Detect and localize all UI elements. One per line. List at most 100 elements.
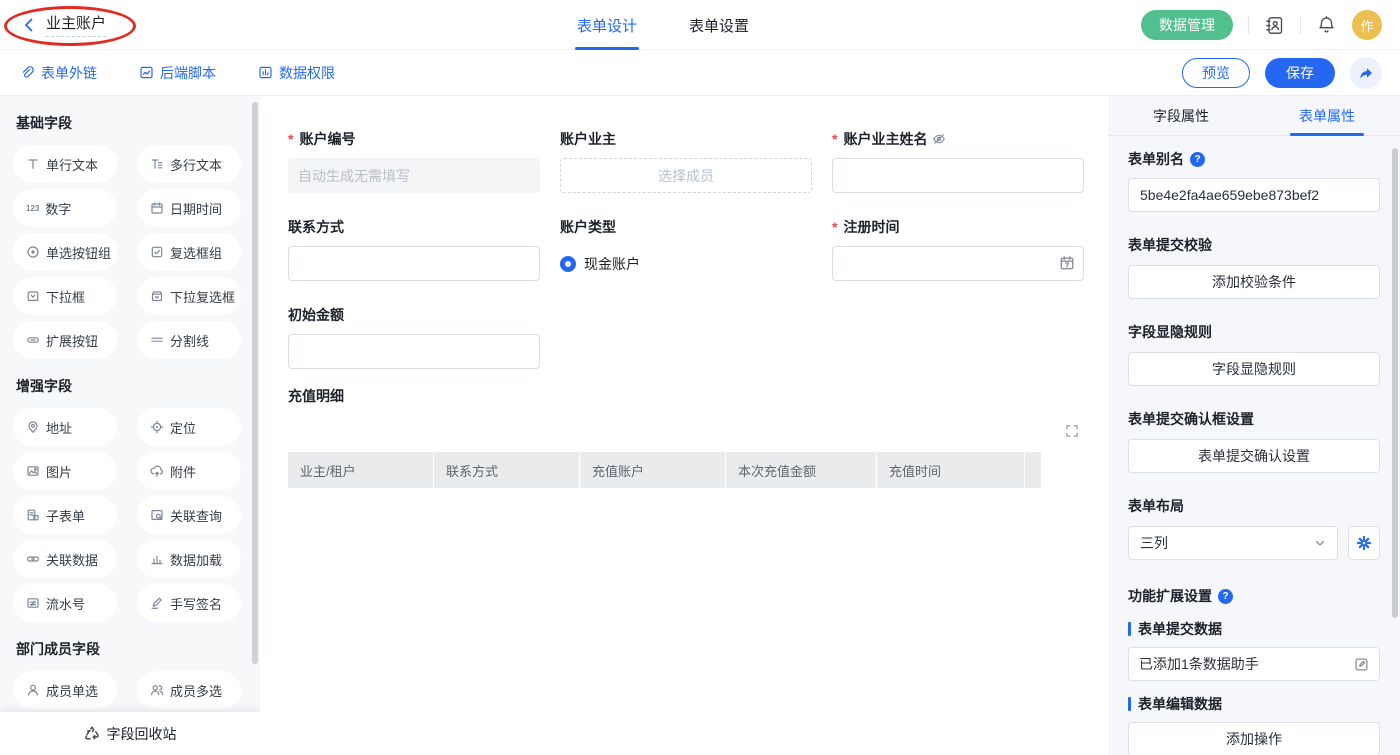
subform-column-header: 本次充值金额 [726,452,876,488]
select-member-input[interactable] [560,158,812,193]
locate-icon [150,420,164,434]
member-icon [26,683,40,697]
add-operation-button[interactable]: 添加操作 [1128,722,1380,755]
visibility-rules-button[interactable]: 字段显隐规则 [1128,352,1380,386]
date-icon [150,201,164,215]
accent-bar [1128,697,1131,711]
field-chip-dropdown-multi[interactable]: 下拉复选框 [137,277,241,315]
chevron-left-icon [20,16,38,34]
field-chip-signature[interactable]: 手写签名 [137,584,241,622]
add-validation-button[interactable]: 添加校验条件 [1128,265,1380,299]
radio-selected[interactable] [560,256,576,272]
account-no-input[interactable] [288,158,540,193]
accent-bar [1128,622,1131,636]
required-asterisk: * [832,219,837,235]
field-chip-locate[interactable]: 定位 [137,408,241,446]
field-chip-checkbox-group[interactable]: 复选框组 [137,233,241,271]
members-icon [150,683,164,697]
subform-column-header: 充值时间 [877,452,1024,488]
subform-column-header: 联系方式 [434,452,579,488]
tab-form-design[interactable]: 表单设计 [575,0,639,50]
multiselect-icon [150,289,164,303]
share-button[interactable] [1350,57,1382,89]
contact-input[interactable] [288,246,540,281]
subform-icon [26,508,40,522]
visibility-rules-label: 字段显隐规则 [1128,322,1380,342]
field-recycle-bin[interactable]: 字段回收站 [0,712,260,755]
section-title-enhanced-fields: 增强字段 [16,376,260,396]
gear-icon [1356,535,1372,551]
preview-button[interactable]: 预览 [1182,58,1250,88]
properties-panel: 字段属性 表单属性 表单别名 ? 表单提交校验 添加校验条件 字段显隐规则 字段… [1108,96,1400,755]
chevron-down-icon [1314,537,1326,549]
data-manage-button[interactable]: 数据管理 [1141,10,1233,40]
backend-script-link[interactable]: 后端脚本 [139,63,216,83]
field-chip-related-data[interactable]: 关联数据 [13,540,117,578]
tab-form-properties[interactable]: 表单属性 [1254,96,1400,135]
form-layout-label: 表单布局 [1128,496,1380,516]
field-account-owner[interactable]: 账户业主 [560,129,812,193]
help-icon[interactable]: ? [1218,589,1233,604]
tab-field-properties[interactable]: 字段属性 [1108,96,1254,135]
save-button[interactable]: 保存 [1265,58,1335,88]
subform-label: 充值明细 [288,386,344,406]
field-chip-dropdown[interactable]: 下拉框 [13,277,117,315]
field-chip-attachment[interactable]: 附件 [137,452,241,490]
field-chip-multi-line-text[interactable]: 多行文本 [137,145,241,183]
sidebar-scrollbar[interactable] [252,102,258,664]
owner-name-input[interactable] [832,158,1084,193]
submit-data-box[interactable]: 已添加1条数据助手 [1128,647,1380,681]
field-register-time[interactable]: *注册时间 [832,217,1084,281]
textarea-icon [150,157,164,171]
field-owner-name[interactable]: * 账户业主姓名 [832,129,1084,193]
field-initial-amount[interactable]: 初始金额 [288,305,540,369]
help-icon[interactable]: ? [1190,152,1205,167]
tab-form-settings[interactable]: 表单设置 [687,0,751,50]
field-chip-related-query[interactable]: 关联查询 [137,496,241,534]
field-chip-image[interactable]: 图片 [13,452,117,490]
initial-amount-input[interactable] [288,334,540,369]
radio-icon [26,245,40,259]
recycle-icon [84,726,100,742]
submit-validation-label: 表单提交校验 [1128,235,1380,255]
form-alias-input[interactable] [1128,178,1380,212]
form-design-canvas: *账户编号 账户业主 * 账户业主姓名 联系方式 账户类型 现金账户 [260,96,1108,755]
layout-select[interactable]: 三列 [1128,526,1338,560]
register-time-input[interactable] [832,246,1084,281]
field-chip-member-multi[interactable]: 成员多选 [137,671,241,709]
layout-settings-button[interactable] [1348,526,1380,560]
data-permission-link[interactable]: 数据权限 [258,63,335,83]
image-icon [26,464,40,478]
back-button[interactable] [20,16,38,34]
edit-icon[interactable] [1354,657,1369,672]
text-icon [26,157,40,171]
field-chip-member-single[interactable]: 成员单选 [13,671,117,709]
confirm-settings-button[interactable]: 表单提交确认设置 [1128,439,1380,473]
form-external-link[interactable]: 表单外链 [20,63,97,83]
field-chip-single-line-text[interactable]: 单行文本 [13,145,117,183]
field-chip-extend-button[interactable]: 扩展按钮 [13,321,117,359]
section-title-basic-fields: 基础字段 [16,113,260,133]
field-chip-subform[interactable]: 子表单 [13,496,117,534]
page-title: 业主账户 [46,12,106,37]
field-chip-address[interactable]: 地址 [13,408,117,446]
main-tabs: 表单设计 表单设置 [575,0,751,50]
contacts-icon[interactable] [1264,15,1285,36]
divider [1248,16,1249,34]
properties-scrollbar[interactable] [1392,148,1398,618]
user-avatar[interactable]: 作 [1352,10,1382,40]
notification-bell-icon[interactable] [1316,15,1337,36]
subform-expand-button[interactable] [1065,424,1079,443]
attachment-icon [150,464,164,478]
field-account-type[interactable]: 账户类型 现金账户 [560,217,812,281]
subform-column-header: 业主/租户 [288,452,433,488]
subform-column-header: 充值账户 [580,452,725,488]
field-chip-radio-group[interactable]: 单选按钮组 [13,233,117,271]
field-chip-number[interactable]: 123 数字 [13,189,117,227]
field-account-no[interactable]: *账户编号 [288,129,540,193]
field-contact[interactable]: 联系方式 [288,217,540,281]
field-chip-divider[interactable]: 分割线 [137,321,241,359]
field-chip-serial-number[interactable]: 流水号 [13,584,117,622]
field-chip-datetime[interactable]: 日期时间 [137,189,241,227]
field-chip-data-load[interactable]: 数据加载 [137,540,241,578]
